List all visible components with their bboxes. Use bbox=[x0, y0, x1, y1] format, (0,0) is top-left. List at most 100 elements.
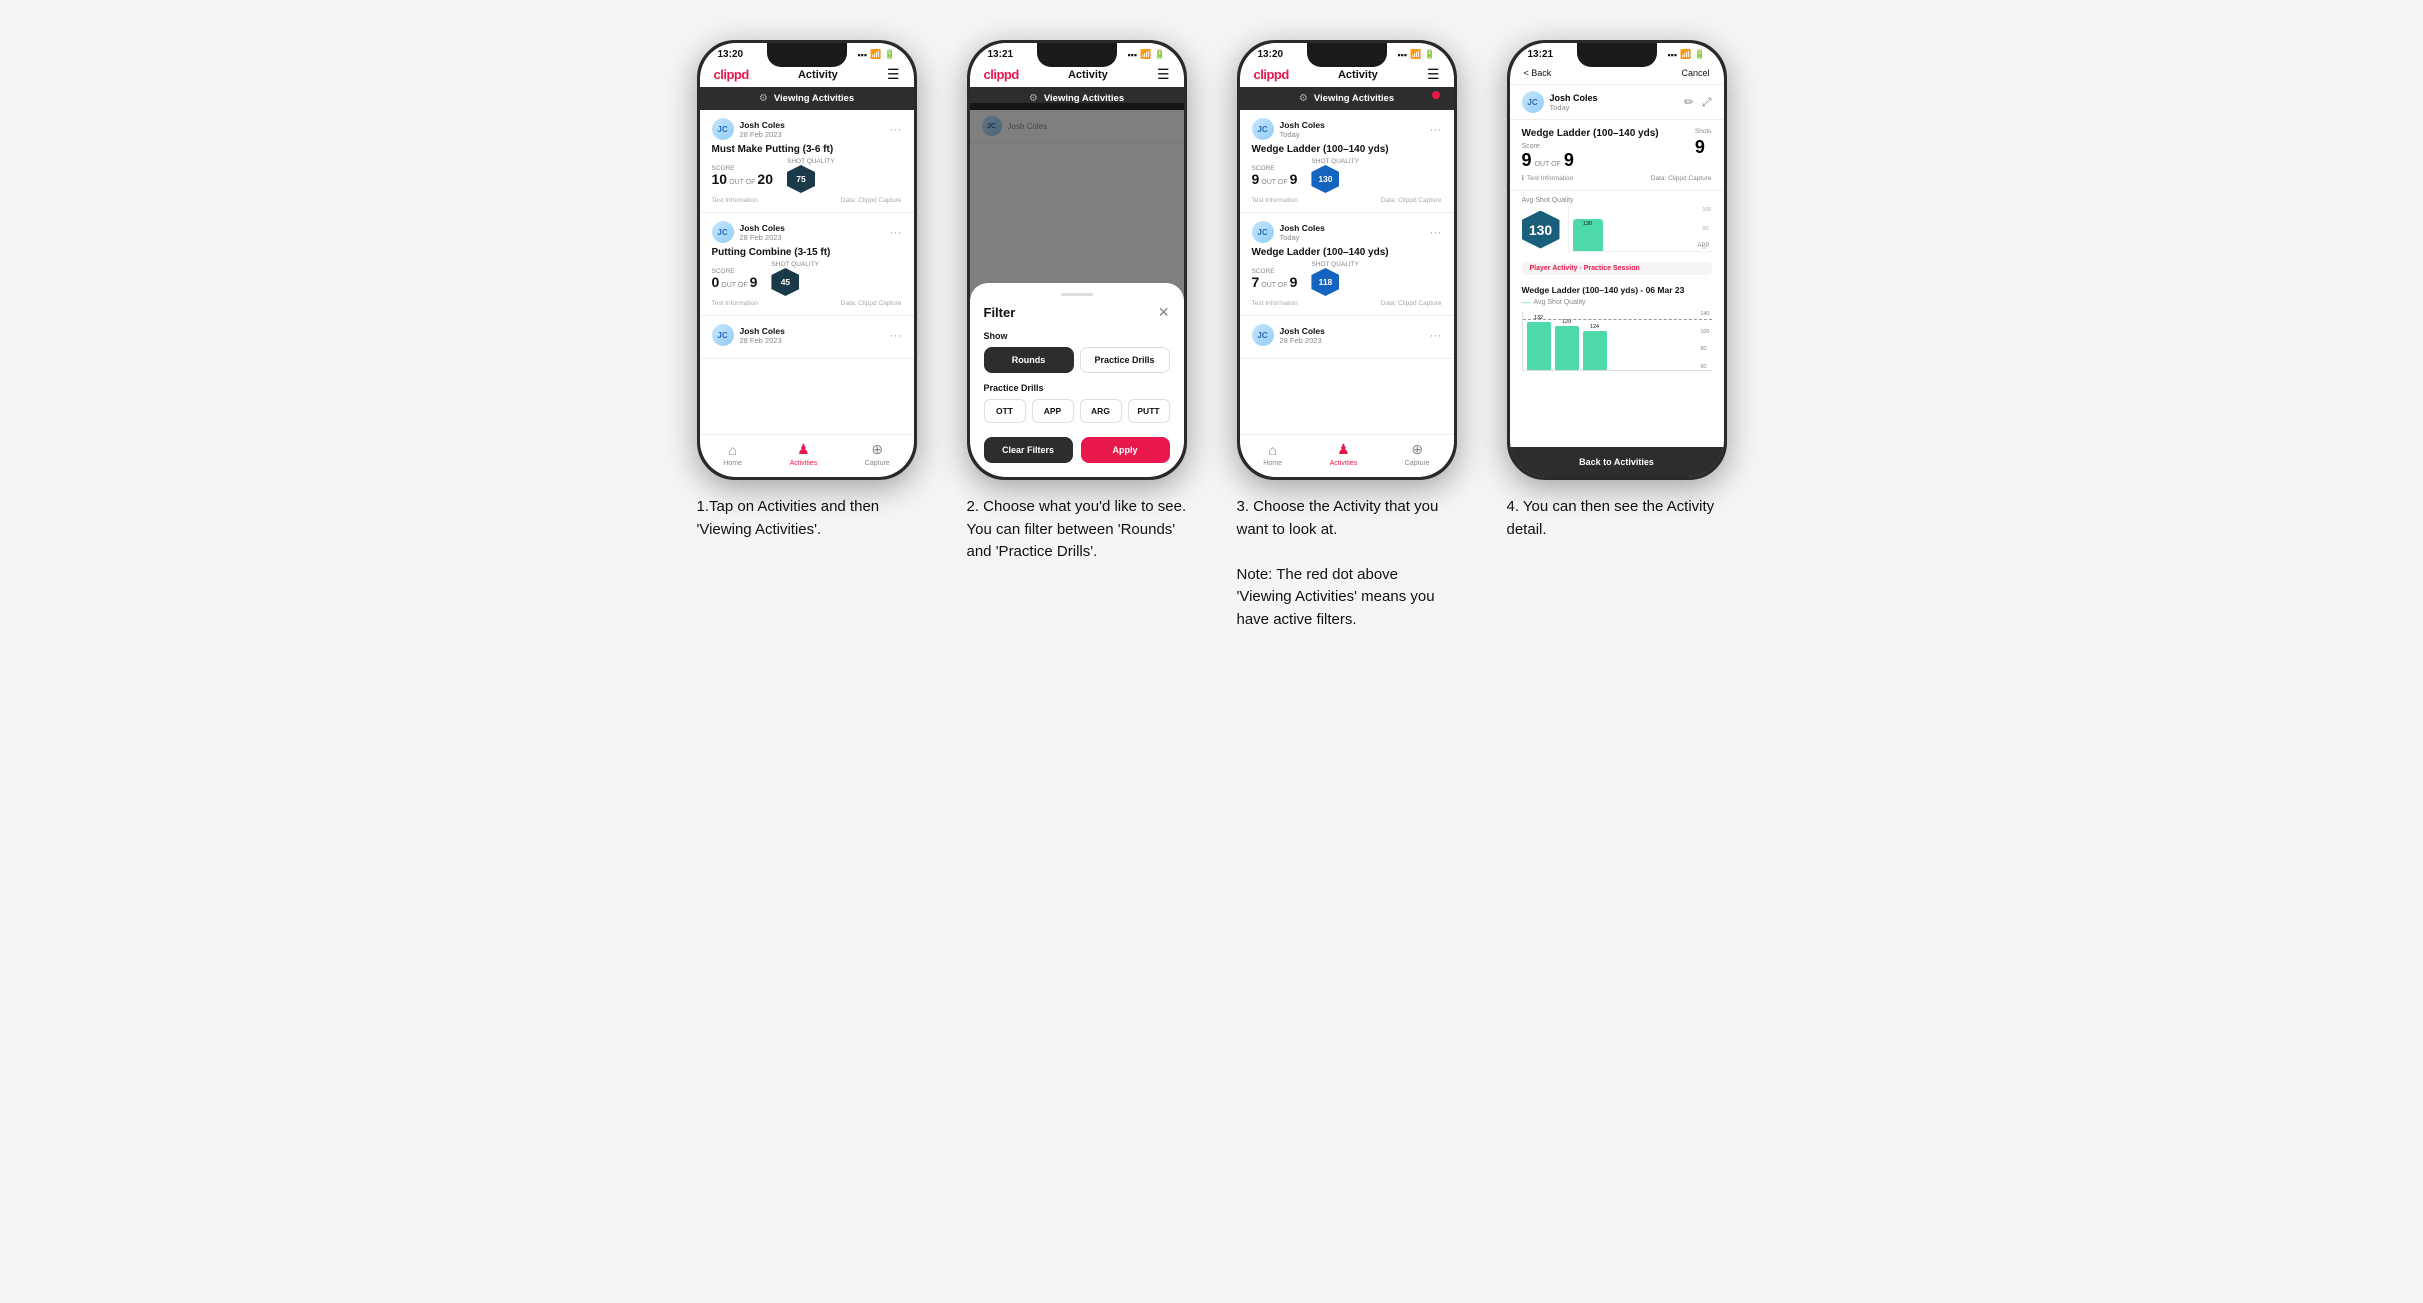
session-title-4: Wedge Ladder (100–140 yds) - 06 Mar 23 bbox=[1522, 285, 1712, 295]
drills-toggle[interactable]: Practice Drills bbox=[1080, 347, 1170, 373]
dots-menu-1-1[interactable]: ··· bbox=[890, 122, 902, 136]
phone-1-col: 13:20 ▪▪▪ 📶 🔋 clippd Activity ☰ ⚙ Vi bbox=[687, 40, 927, 541]
apply-button[interactable]: Apply bbox=[1081, 437, 1170, 463]
session-subtitle-text-4: Avg Shot Quality bbox=[1534, 299, 1586, 306]
chart-area-4: 130 100 50 0 APP bbox=[1568, 207, 1712, 252]
menu-icon-2[interactable]: ☰ bbox=[1157, 66, 1170, 83]
drill-app[interactable]: APP bbox=[1032, 399, 1074, 423]
activity-card-3-2[interactable]: JC Josh Coles Today ··· Wedge Ladder (10… bbox=[1240, 213, 1454, 316]
drill-ott[interactable]: OTT bbox=[984, 399, 1026, 423]
stat-row-1-1: 10 OUT OF 20 bbox=[712, 172, 773, 186]
stat-sq-3-2: Shot Quality 118 bbox=[1311, 261, 1359, 296]
phone-3-col: 13:20 ▪▪▪ 📶 🔋 clippd Activity ☰ ⚙ Viewin… bbox=[1227, 40, 1467, 631]
menu-icon-3[interactable]: ☰ bbox=[1427, 66, 1440, 83]
user-date-3-3: 28 Feb 2023 bbox=[1280, 336, 1325, 345]
activity-card-1-3[interactable]: JC Josh Coles 28 Feb 2023 ··· bbox=[700, 316, 914, 359]
nav-title-3: Activity bbox=[1338, 69, 1378, 81]
info-icon-4: ℹ bbox=[1522, 174, 1524, 182]
rounds-toggle[interactable]: Rounds bbox=[984, 347, 1074, 373]
stat-row-3-1: 9 OUT OF 9 bbox=[1252, 172, 1298, 186]
score-val-3-2: 7 bbox=[1252, 275, 1260, 289]
drill-putt[interactable]: PUTT bbox=[1128, 399, 1170, 423]
dots-menu-3-3[interactable]: ··· bbox=[1430, 328, 1442, 342]
sq-chart-row: 130 130 100 50 0 APP bbox=[1522, 207, 1712, 252]
signal-icon-4: ▪▪▪ bbox=[1667, 50, 1677, 60]
caption-1: 1.Tap on Activities and then 'Viewing Ac… bbox=[697, 496, 917, 541]
y-140: 140 bbox=[1700, 311, 1709, 317]
cancel-button-4[interactable]: Cancel bbox=[1681, 68, 1709, 78]
expand-icon-4[interactable]: ⤢ bbox=[1702, 95, 1712, 110]
tab-home-3[interactable]: ⌂ Home bbox=[1263, 442, 1282, 467]
activity-card-3-3[interactable]: JC Josh Coles 28 Feb 2023 ··· bbox=[1240, 316, 1454, 359]
activity-card-3-1[interactable]: JC Josh Coles Today ··· Wedge Ladder (10… bbox=[1240, 110, 1454, 213]
bar-group-1: 132 bbox=[1527, 315, 1551, 370]
stat-score-1-1: Score 10 OUT OF 20 bbox=[712, 165, 773, 186]
back-to-activities-button[interactable]: Back to Activities bbox=[1510, 447, 1724, 477]
phone-4-col: 13:21 ▪▪▪ 📶 🔋 < Back Cancel JC bbox=[1497, 40, 1737, 541]
user-name-3-1: Josh Coles bbox=[1280, 120, 1325, 130]
status-time-4: 13:21 bbox=[1528, 49, 1554, 60]
sq-shots-4: 9 bbox=[1695, 137, 1712, 158]
score-val-1-1: 10 bbox=[712, 172, 728, 186]
filter-close-button[interactable]: ✕ bbox=[1158, 304, 1170, 321]
sq-main-badge-4: 130 bbox=[1522, 211, 1560, 249]
sq-badge-3-1: 130 bbox=[1311, 165, 1339, 193]
avg-sq-text-4: Avg Shot Quality bbox=[1522, 197, 1574, 204]
back-button-4[interactable]: < Back bbox=[1524, 68, 1552, 78]
card-user-1-2: JC Josh Coles 28 Feb 2023 bbox=[712, 221, 785, 243]
viewing-bar-3[interactable]: ⚙ Viewing Activities bbox=[1240, 87, 1454, 110]
viewing-bar-1[interactable]: ⚙ Viewing Activities bbox=[700, 87, 914, 110]
dashed-line-4 bbox=[1523, 319, 1712, 320]
edit-icon-4[interactable]: ✏ bbox=[1684, 95, 1694, 110]
filter-overlay[interactable]: Filter ✕ Show Rounds Practice Drills Pra… bbox=[970, 103, 1184, 477]
filter-sheet: Filter ✕ Show Rounds Practice Drills Pra… bbox=[970, 283, 1184, 477]
capture-text-4: Data: Clippd Capture bbox=[1651, 175, 1712, 182]
y-100: 100 bbox=[1700, 329, 1709, 335]
test-info-1-2: Test Information bbox=[712, 300, 758, 307]
clear-filters-button[interactable]: Clear Filters bbox=[984, 437, 1073, 463]
chart-bar-3 bbox=[1583, 331, 1607, 370]
tab-activities-3[interactable]: ♟ Activities bbox=[1330, 441, 1358, 467]
shots-val-3-2: 9 bbox=[1290, 275, 1298, 289]
card-user-3-3: JC Josh Coles 28 Feb 2023 bbox=[1252, 324, 1325, 346]
dots-menu-1-3[interactable]: ··· bbox=[890, 328, 902, 342]
caption-4: 4. You can then see the Activity detail. bbox=[1507, 496, 1727, 541]
user-date-1-3: 28 Feb 2023 bbox=[740, 336, 785, 345]
dots-menu-1-2[interactable]: ··· bbox=[890, 225, 902, 239]
detail-action-icons: ✏ ⤢ bbox=[1684, 95, 1712, 110]
tab-capture-1[interactable]: ⊕ Capture bbox=[865, 441, 890, 467]
activity-card-1-2[interactable]: JC Josh Coles 28 Feb 2023 ··· Putting Co… bbox=[700, 213, 914, 316]
phone-notch-2 bbox=[1037, 43, 1117, 67]
signal-icon-2: ▪▪▪ bbox=[1127, 50, 1137, 60]
status-time-3: 13:20 bbox=[1258, 49, 1284, 60]
score-col-label-4: Score bbox=[1522, 143, 1574, 150]
card-footer-3-1: Test Information Data: Clippd Capture bbox=[1252, 197, 1442, 204]
tab-capture-3[interactable]: ⊕ Capture bbox=[1405, 441, 1430, 467]
dots-menu-3-2[interactable]: ··· bbox=[1430, 225, 1442, 239]
menu-icon-1[interactable]: ☰ bbox=[887, 66, 900, 83]
tab-activities-1[interactable]: ♟ Activities bbox=[790, 441, 818, 467]
card-stats-3-1: Score 9 OUT OF 9 Shot Quality 130 bbox=[1252, 158, 1442, 193]
status-time-2: 13:21 bbox=[988, 49, 1014, 60]
chart-x-label-4: APP bbox=[1697, 243, 1709, 249]
activities-icon-3: ♟ bbox=[1337, 441, 1350, 458]
user-date-3-2: Today bbox=[1280, 233, 1325, 242]
home-icon-3: ⌂ bbox=[1268, 442, 1276, 458]
outof-4: OUT OF bbox=[1535, 161, 1561, 168]
nav-title-1: Activity bbox=[798, 69, 838, 81]
tab-home-1[interactable]: ⌂ Home bbox=[723, 442, 742, 467]
signal-icon: ▪▪▪ bbox=[857, 50, 867, 60]
nav-title-2: Activity bbox=[1068, 69, 1108, 81]
capture-icon-1: ⊕ bbox=[871, 441, 883, 458]
activity-card-1-1[interactable]: JC Josh Coles 28 Feb 2023 ··· Must Make … bbox=[700, 110, 914, 213]
chart-bar-1 bbox=[1527, 322, 1551, 370]
card-header-3-2: JC Josh Coles Today ··· bbox=[1252, 221, 1442, 243]
drill-arg[interactable]: ARG bbox=[1080, 399, 1122, 423]
detail-score-section-4: Wedge Ladder (100–140 yds) Score 9 OUT O… bbox=[1510, 120, 1724, 191]
dots-menu-3-1[interactable]: ··· bbox=[1430, 122, 1442, 136]
wifi-icon-4: 📶 bbox=[1680, 49, 1691, 60]
avatar-3-2: JC bbox=[1252, 221, 1274, 243]
y-axis-4: 140 100 80 60 bbox=[1700, 311, 1709, 370]
phone-2-col: 13:21 ▪▪▪ 📶 🔋 clippd Activity ☰ ⚙ Vi bbox=[957, 40, 1197, 564]
stat-row-1-2: 0 OUT OF 9 bbox=[712, 275, 758, 289]
